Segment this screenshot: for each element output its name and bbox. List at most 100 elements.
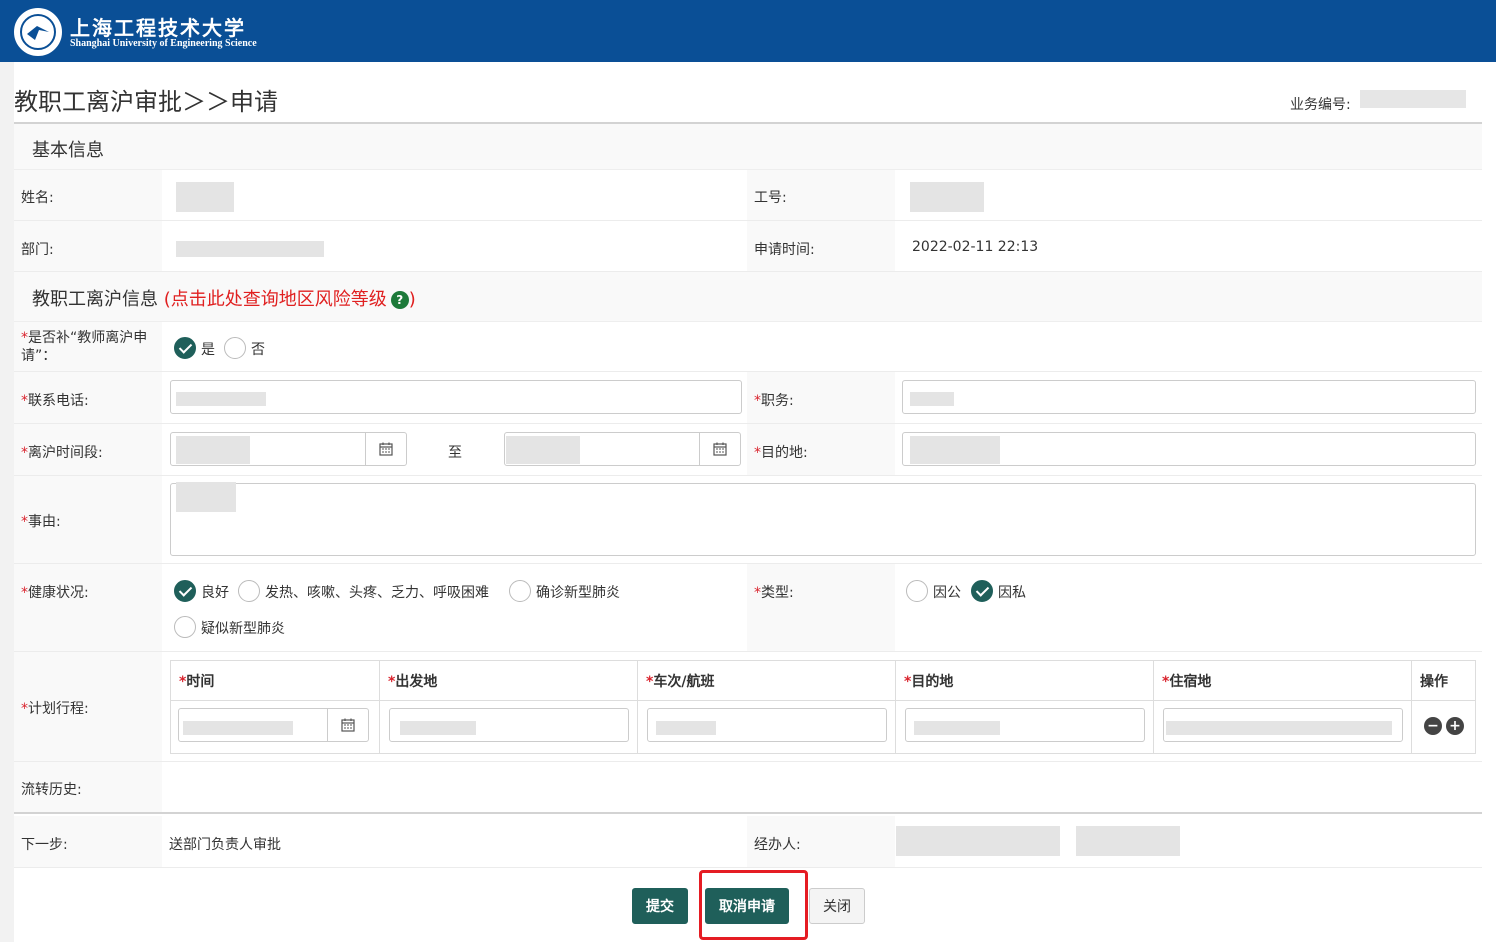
next-step-label: 下一步: xyxy=(21,837,68,853)
leave-info-section: 教职工离沪信息 (点击此处查询地区风险等级?) xyxy=(14,272,1482,322)
health-good-label: 良好 xyxy=(201,585,229,601)
dept-label: 部门: xyxy=(21,242,54,258)
logo-emblem-icon xyxy=(27,26,49,40)
page-title: 教职工离沪审批＞＞申请 xyxy=(14,88,278,116)
plan-cell-lodging xyxy=(1154,701,1412,753)
plan-header-origin: *出发地 xyxy=(380,661,638,701)
health-symptoms-label: 发热、咳嗽、头疼、乏力、呼吸困难 xyxy=(265,585,489,601)
row-next-step: 下一步: 送部门负责人审批 经办人: xyxy=(14,816,1482,868)
next-step-value: 送部门负责人审批 xyxy=(169,837,281,853)
plan-time-calendar-button[interactable] xyxy=(327,708,369,742)
left-margin xyxy=(0,62,14,942)
period-start-value xyxy=(176,436,250,464)
type-label: 类型: xyxy=(761,585,794,601)
plan-header-lodging: *住宿地 xyxy=(1154,661,1412,701)
plan-cell-operation: − + xyxy=(1412,701,1475,753)
calendar-icon xyxy=(379,442,393,456)
basic-info-title: 基本信息 xyxy=(32,140,104,161)
reason-label: 事由: xyxy=(28,514,61,530)
destination-label: 目的地: xyxy=(761,445,808,461)
plan-header-train: *车次/航班 xyxy=(638,661,896,701)
help-icon[interactable]: ? xyxy=(390,291,409,309)
plan-destination-value xyxy=(914,721,1000,735)
period-start-calendar-button[interactable] xyxy=(365,432,407,466)
row-history: 流转历史: xyxy=(14,762,1482,814)
plan-time-value xyxy=(183,721,293,735)
plan-cell-time xyxy=(171,701,380,753)
handler-label: 经办人: xyxy=(754,837,801,853)
row-reason: *事由: xyxy=(14,476,1482,564)
position-label: 职务: xyxy=(761,393,794,409)
plan-header-time: *时间 xyxy=(171,661,380,701)
row-phone: *联系电话: *职务: xyxy=(14,372,1482,424)
health-good-radio[interactable] xyxy=(174,580,196,602)
period-label: 离沪时间段: xyxy=(28,445,103,461)
risk-level-link[interactable]: (点击此处查询地区风险等级?) xyxy=(164,289,416,310)
handler-value-1 xyxy=(896,826,1060,856)
minus-circle-icon[interactable]: − xyxy=(1424,717,1442,735)
phone-value xyxy=(176,392,266,406)
destination-value xyxy=(910,436,1000,464)
leave-info-title: 教职工离沪信息 xyxy=(32,289,158,310)
apply-time-value: 2022-02-11 22:13 xyxy=(912,239,1039,255)
school-name-en: Shanghai University of Engineering Scien… xyxy=(70,38,257,49)
period-end-calendar-button[interactable] xyxy=(699,432,741,466)
health-symptoms-radio[interactable] xyxy=(238,580,260,602)
period-to-label: 至 xyxy=(448,445,462,461)
submit-button[interactable]: 提交 xyxy=(632,888,688,924)
calendar-icon xyxy=(341,718,355,732)
dept-value xyxy=(176,241,324,257)
type-private-radio[interactable] xyxy=(971,580,993,602)
handler-value-2 xyxy=(1076,826,1180,856)
reason-value xyxy=(176,482,236,512)
school-logo xyxy=(14,8,62,56)
staff-no-value xyxy=(910,182,984,212)
business-no-value xyxy=(1360,90,1466,108)
type-official-radio[interactable] xyxy=(906,580,928,602)
health-confirmed-radio[interactable] xyxy=(509,580,531,602)
plan-cell-destination xyxy=(896,701,1154,753)
calendar-icon xyxy=(713,442,727,456)
plan-origin-value xyxy=(400,721,476,735)
supplement-no-radio[interactable] xyxy=(224,337,246,359)
row-dept: 部门: 申请时间: 2022-02-11 22:13 xyxy=(14,221,1482,272)
position-input[interactable] xyxy=(902,380,1476,414)
reason-textarea[interactable] xyxy=(170,483,1476,556)
position-value xyxy=(910,392,954,406)
history-label: 流转历史: xyxy=(21,782,82,798)
plus-circle-icon[interactable]: + xyxy=(1446,717,1464,735)
supplement-no-label: 否 xyxy=(251,342,265,358)
type-private-label: 因私 xyxy=(998,585,1026,601)
name-value xyxy=(176,182,234,212)
supplement-yes-radio[interactable] xyxy=(174,337,196,359)
health-label: 健康状况: xyxy=(28,585,89,601)
row-name: 姓名: 工号: xyxy=(14,170,1482,221)
basic-info-section: 基本信息 xyxy=(14,124,1482,170)
apply-time-label: 申请时间: xyxy=(754,242,815,258)
plan-header-operation: 操作 xyxy=(1412,661,1475,701)
row-health: *健康状况: 良好 发热、咳嗽、头疼、乏力、呼吸困难 确诊新型肺炎 疑似新型肺炎… xyxy=(14,564,1482,652)
close-button[interactable]: 关闭 xyxy=(809,888,865,924)
health-confirmed-label: 确诊新型肺炎 xyxy=(536,585,620,601)
row-period: *离沪时间段: 至 *目的地: xyxy=(14,424,1482,476)
supplement-label: 是否补“教师离沪申请”： xyxy=(21,330,148,364)
period-end-value xyxy=(506,436,580,464)
top-header-bar: 上海工程技术大学 Shanghai University of Engineer… xyxy=(0,0,1496,62)
supplement-yes-label: 是 xyxy=(201,342,215,358)
row-supplement: *是否补“教师离沪申请”： 是 否 xyxy=(14,322,1482,372)
school-name-cn: 上海工程技术大学 xyxy=(70,16,246,40)
phone-label: 联系电话: xyxy=(28,393,89,409)
type-official-label: 因公 xyxy=(933,585,961,601)
plan-table: *时间 *出发地 *车次/航班 *目的地 *住宿地 操作 − + xyxy=(170,660,1476,754)
business-no-label: 业务编号: xyxy=(1290,97,1351,113)
staff-no-label: 工号: xyxy=(754,190,787,206)
plan-cell-origin xyxy=(380,701,638,753)
annotation-highlight-box xyxy=(699,870,808,940)
health-suspected-radio[interactable] xyxy=(174,616,196,638)
plan-label: 计划行程: xyxy=(28,701,89,717)
plan-cell-train xyxy=(638,701,896,753)
plan-header-destination: *目的地 xyxy=(896,661,1154,701)
health-suspected-label: 疑似新型肺炎 xyxy=(201,621,285,637)
name-label: 姓名: xyxy=(21,190,54,206)
plan-train-value xyxy=(656,721,716,735)
